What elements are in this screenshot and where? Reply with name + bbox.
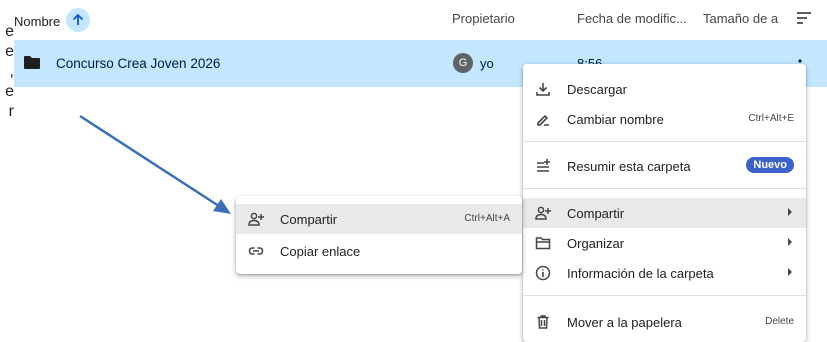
link-icon bbox=[248, 247, 264, 255]
arrow-up-icon bbox=[73, 13, 84, 25]
menu-item-label: Copiar enlace bbox=[280, 244, 361, 259]
column-name-label: Nombre bbox=[14, 13, 61, 29]
menu-divider bbox=[523, 141, 806, 142]
menu-item-folder-info[interactable]: Información de la carpeta bbox=[523, 258, 806, 288]
menu-item-shortcut: Delete bbox=[765, 316, 794, 327]
share-icon bbox=[248, 212, 264, 226]
menu-item-label: Descargar bbox=[567, 82, 627, 97]
menu-item-shortcut: Ctrl+Alt+E bbox=[748, 113, 794, 124]
submenu-item-copy-link[interactable]: Copiar enlace bbox=[236, 236, 522, 266]
download-icon bbox=[536, 83, 550, 96]
menu-item-label: Información de la carpeta bbox=[567, 266, 714, 281]
sort-lines-icon bbox=[797, 12, 811, 24]
column-size-header[interactable]: Tamaño de a bbox=[703, 11, 783, 26]
new-badge: Nuevo bbox=[746, 157, 794, 173]
file-list-header: Nombre Propietario Fecha de modific... T… bbox=[0, 0, 827, 40]
column-owner-header[interactable]: Propietario bbox=[452, 11, 515, 26]
column-modified-header[interactable]: Fecha de modific... bbox=[577, 11, 687, 26]
file-name[interactable]: Concurso Crea Joven 2026 bbox=[56, 56, 220, 71]
menu-item-label: Organizar bbox=[567, 236, 625, 251]
fragment-line: , bbox=[9, 63, 14, 80]
column-name-header[interactable]: Nombre bbox=[14, 8, 91, 32]
menu-item-summarize[interactable]: Resumir esta carpeta Nuevo bbox=[523, 151, 806, 181]
summarize-icon bbox=[537, 159, 550, 172]
trash-icon bbox=[537, 315, 549, 329]
menu-item-share[interactable]: Compartir bbox=[523, 198, 806, 228]
share-submenu: Compartir Ctrl+Alt+A Copiar enlace bbox=[236, 196, 522, 274]
share-icon bbox=[535, 206, 551, 220]
fragment-line: e bbox=[5, 43, 14, 60]
menu-item-trash[interactable]: Mover a la papelera Delete bbox=[523, 307, 806, 337]
fragment-line: r bbox=[8, 103, 14, 120]
fragment-line: e bbox=[5, 83, 14, 100]
owner-avatar: G bbox=[453, 53, 473, 73]
submenu-item-share[interactable]: Compartir Ctrl+Alt+A bbox=[236, 204, 522, 234]
menu-item-label: Resumir esta carpeta bbox=[567, 159, 691, 174]
menu-item-label: Compartir bbox=[280, 212, 338, 227]
chevron-right-icon bbox=[788, 268, 792, 276]
more-actions-icon[interactable] bbox=[797, 58, 803, 64]
chevron-right-icon bbox=[788, 208, 792, 216]
sort-options-button[interactable] bbox=[795, 10, 813, 31]
menu-divider bbox=[523, 188, 806, 189]
menu-divider bbox=[523, 295, 806, 296]
menu-item-rename[interactable]: Cambiar nombre Ctrl+Alt+E bbox=[523, 104, 806, 134]
menu-item-label: Mover a la papelera bbox=[567, 315, 682, 330]
menu-item-label: Compartir bbox=[567, 206, 625, 221]
info-icon bbox=[535, 265, 551, 281]
menu-item-download[interactable]: Descargar bbox=[523, 74, 806, 104]
organize-icon bbox=[535, 237, 551, 250]
menu-item-label: Cambiar nombre bbox=[567, 112, 664, 127]
owner-name: yo bbox=[480, 56, 494, 71]
menu-item-organize[interactable]: Organizar bbox=[523, 228, 806, 258]
sort-ascending-button[interactable] bbox=[66, 8, 91, 32]
context-menu: Descargar Cambiar nombre Ctrl+Alt+E Resu… bbox=[523, 64, 806, 342]
chevron-right-icon bbox=[788, 238, 792, 246]
rename-icon bbox=[537, 114, 549, 126]
menu-item-shortcut: Ctrl+Alt+A bbox=[464, 213, 510, 224]
folder-icon bbox=[24, 56, 40, 69]
